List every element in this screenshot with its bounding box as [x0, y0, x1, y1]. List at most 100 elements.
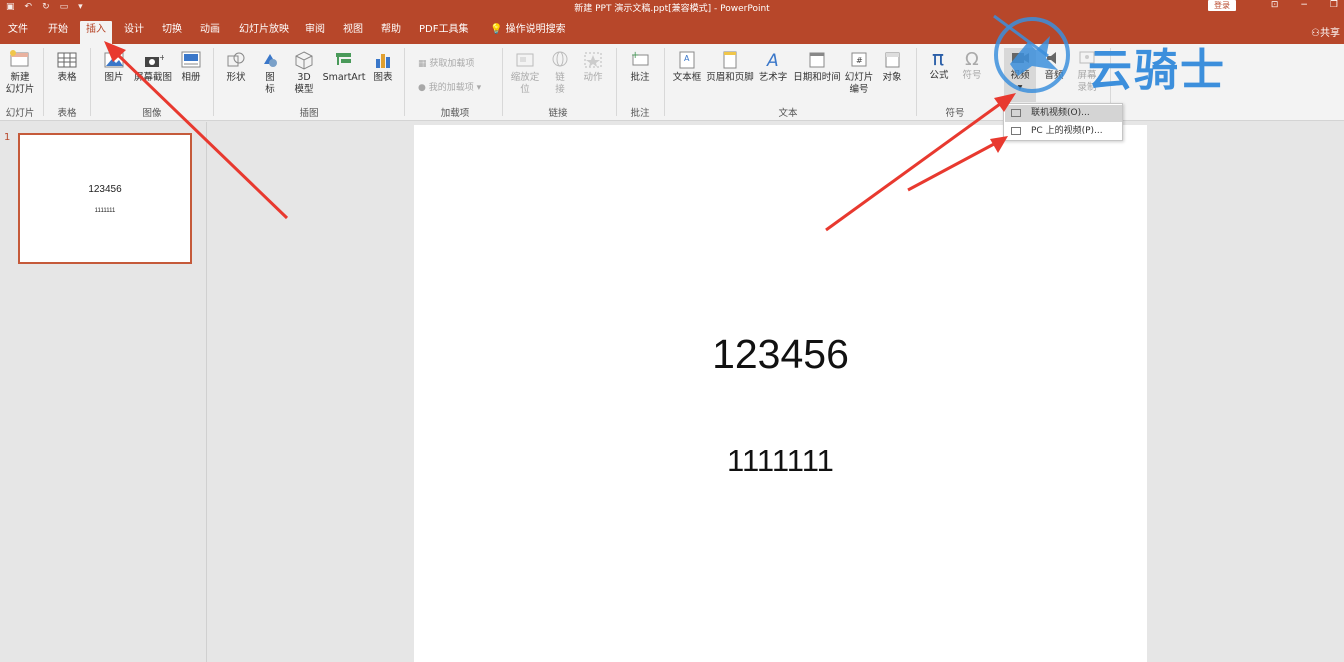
- link-icon: [552, 51, 568, 67]
- group-separator: [213, 48, 214, 116]
- hash-icon: #: [851, 52, 867, 67]
- group-label-text: 文本: [778, 108, 798, 119]
- cube-icon: [295, 51, 313, 70]
- tab-transitions[interactable]: 切换: [156, 21, 188, 44]
- calendar-icon: [809, 52, 825, 68]
- slide-number-label: 1: [4, 132, 11, 143]
- tab-slideshow[interactable]: 幻灯片放映: [233, 21, 295, 44]
- equation-button[interactable]: π 公式: [924, 48, 954, 82]
- header-footer-button[interactable]: 页眉和页脚: [706, 50, 754, 84]
- textbox-button[interactable]: A 文本框: [670, 50, 704, 84]
- group-label-slides: 幻灯片: [5, 108, 35, 119]
- textbox-icon: A: [679, 51, 695, 69]
- lightbulb-icon: 💡: [490, 24, 503, 35]
- share-button[interactable]: ⚇共享: [1311, 24, 1340, 39]
- online-video-icon: [1011, 109, 1021, 117]
- slide-canvas[interactable]: 123456 1111111: [414, 125, 1147, 662]
- shapes-button[interactable]: 形状: [222, 50, 250, 84]
- minimize-icon[interactable]: −: [1300, 0, 1308, 10]
- group-label-tables: 表格: [57, 108, 77, 119]
- restore-icon[interactable]: ❐: [1330, 0, 1338, 10]
- album-button[interactable]: 相册: [178, 50, 204, 84]
- header-footer-icon: [723, 51, 737, 69]
- zoom-button[interactable]: 缩放定 位: [508, 50, 542, 96]
- group-label-illustrations: 插图: [299, 108, 319, 119]
- group-separator: [502, 48, 503, 116]
- svg-text:A: A: [766, 51, 779, 70]
- tell-me-search[interactable]: 💡 操作说明搜索: [484, 21, 572, 44]
- object-icon: [885, 52, 900, 68]
- window-controls: ⊡ − ❐: [1271, 0, 1338, 10]
- menu-item-pc-video[interactable]: PC 上的视频(P)...: [1005, 123, 1122, 140]
- person-icon: ⚇: [1311, 28, 1320, 39]
- 3d-model-button[interactable]: 3D 模型: [290, 50, 318, 96]
- tab-insert[interactable]: 插入: [80, 21, 112, 44]
- group-label-addins: 加载项: [440, 108, 470, 119]
- login-button[interactable]: 登录: [1208, 0, 1236, 11]
- omega-icon: Ω: [965, 49, 979, 68]
- datetime-button[interactable]: 日期和时间: [792, 50, 842, 84]
- camera-icon: +: [145, 53, 164, 67]
- tab-home[interactable]: 开始: [42, 21, 74, 44]
- new-slide-button[interactable]: 新建 幻灯片: [3, 50, 37, 96]
- svg-text:π: π: [932, 48, 944, 68]
- tab-file[interactable]: 文件: [2, 21, 34, 44]
- link-button[interactable]: 链 接: [548, 50, 572, 96]
- pc-video-icon: [1011, 127, 1021, 135]
- new-slide-icon: [10, 50, 29, 67]
- group-separator: [43, 48, 44, 116]
- thumbnail-subtitle: 1111111: [94, 208, 116, 214]
- comment-button[interactable]: + 批注: [626, 50, 654, 84]
- store-icon: ▦: [418, 59, 430, 69]
- group-label-links: 链接: [548, 108, 568, 119]
- wordart-button[interactable]: A 艺术字: [758, 50, 788, 84]
- group-label-symbols: 符号: [945, 108, 965, 119]
- comment-icon: +: [631, 50, 649, 66]
- chart-button[interactable]: 图表: [370, 50, 396, 84]
- ribbon-display-icon[interactable]: ⊡: [1271, 0, 1279, 10]
- star-icon: [584, 52, 602, 68]
- svg-text:Ω: Ω: [965, 49, 979, 68]
- slide-thumbnail[interactable]: 123456 1111111: [18, 133, 192, 264]
- svg-text:+: +: [159, 53, 164, 62]
- window-title: 新建 PPT 演示文稿.ppt[兼容模式] - PowerPoint: [574, 4, 770, 14]
- thumbnail-title: 123456: [88, 184, 122, 195]
- tab-view[interactable]: 视图: [337, 21, 369, 44]
- wordart-icon: A: [766, 51, 779, 70]
- action-button[interactable]: 动作: [580, 50, 606, 84]
- object-button[interactable]: 对象: [878, 50, 906, 84]
- get-addins-button[interactable]: ▦ 获取加载项: [418, 56, 474, 69]
- tab-animations[interactable]: 动画: [194, 21, 226, 44]
- menu-item-online-video[interactable]: 联机视频(O)...: [1005, 105, 1122, 122]
- table-icon: [57, 52, 77, 68]
- shapes-icon: [227, 52, 245, 67]
- chart-icon: [376, 54, 390, 68]
- group-separator: [664, 48, 665, 116]
- table-button[interactable]: 表格: [52, 50, 82, 84]
- symbol-button[interactable]: Ω 符号: [958, 48, 986, 82]
- tab-pdf-tools[interactable]: PDF工具集: [413, 21, 474, 44]
- watermark-logo-icon: [993, 14, 1070, 93]
- smartart-icon: [336, 53, 351, 65]
- album-icon: [181, 51, 201, 68]
- screenshot-button[interactable]: + 屏幕截图: [132, 50, 174, 84]
- group-separator: [916, 48, 917, 116]
- tab-design[interactable]: 设计: [118, 21, 150, 44]
- watermark-text: 云骑士: [1088, 45, 1226, 96]
- slide-number-button[interactable]: # 幻灯片 编号: [844, 50, 874, 96]
- smartart-button[interactable]: SmartArt: [322, 50, 366, 84]
- slide-title[interactable]: 123456: [414, 331, 1147, 378]
- tab-help[interactable]: 帮助: [375, 21, 407, 44]
- picture-icon: [104, 52, 124, 68]
- title-bar: ▣ ↶ ↻ ▭ ▾ 新建 PPT 演示文稿.ppt[兼容模式] - PowerP…: [0, 0, 1344, 14]
- svg-text:#: #: [856, 56, 863, 65]
- slide-subtitle[interactable]: 1111111: [414, 443, 1147, 479]
- group-separator: [404, 48, 405, 116]
- my-addins-button[interactable]: ● 我的加载项 ▾: [418, 80, 481, 93]
- icons-button[interactable]: 图 标: [256, 50, 284, 96]
- icons-icon: [264, 54, 277, 67]
- svg-text:A: A: [684, 54, 690, 63]
- picture-button[interactable]: 图片: [100, 50, 128, 84]
- video-dropdown-menu: 联机视频(O)... PC 上的视频(P)...: [1003, 103, 1123, 141]
- tab-review[interactable]: 审阅: [299, 21, 331, 44]
